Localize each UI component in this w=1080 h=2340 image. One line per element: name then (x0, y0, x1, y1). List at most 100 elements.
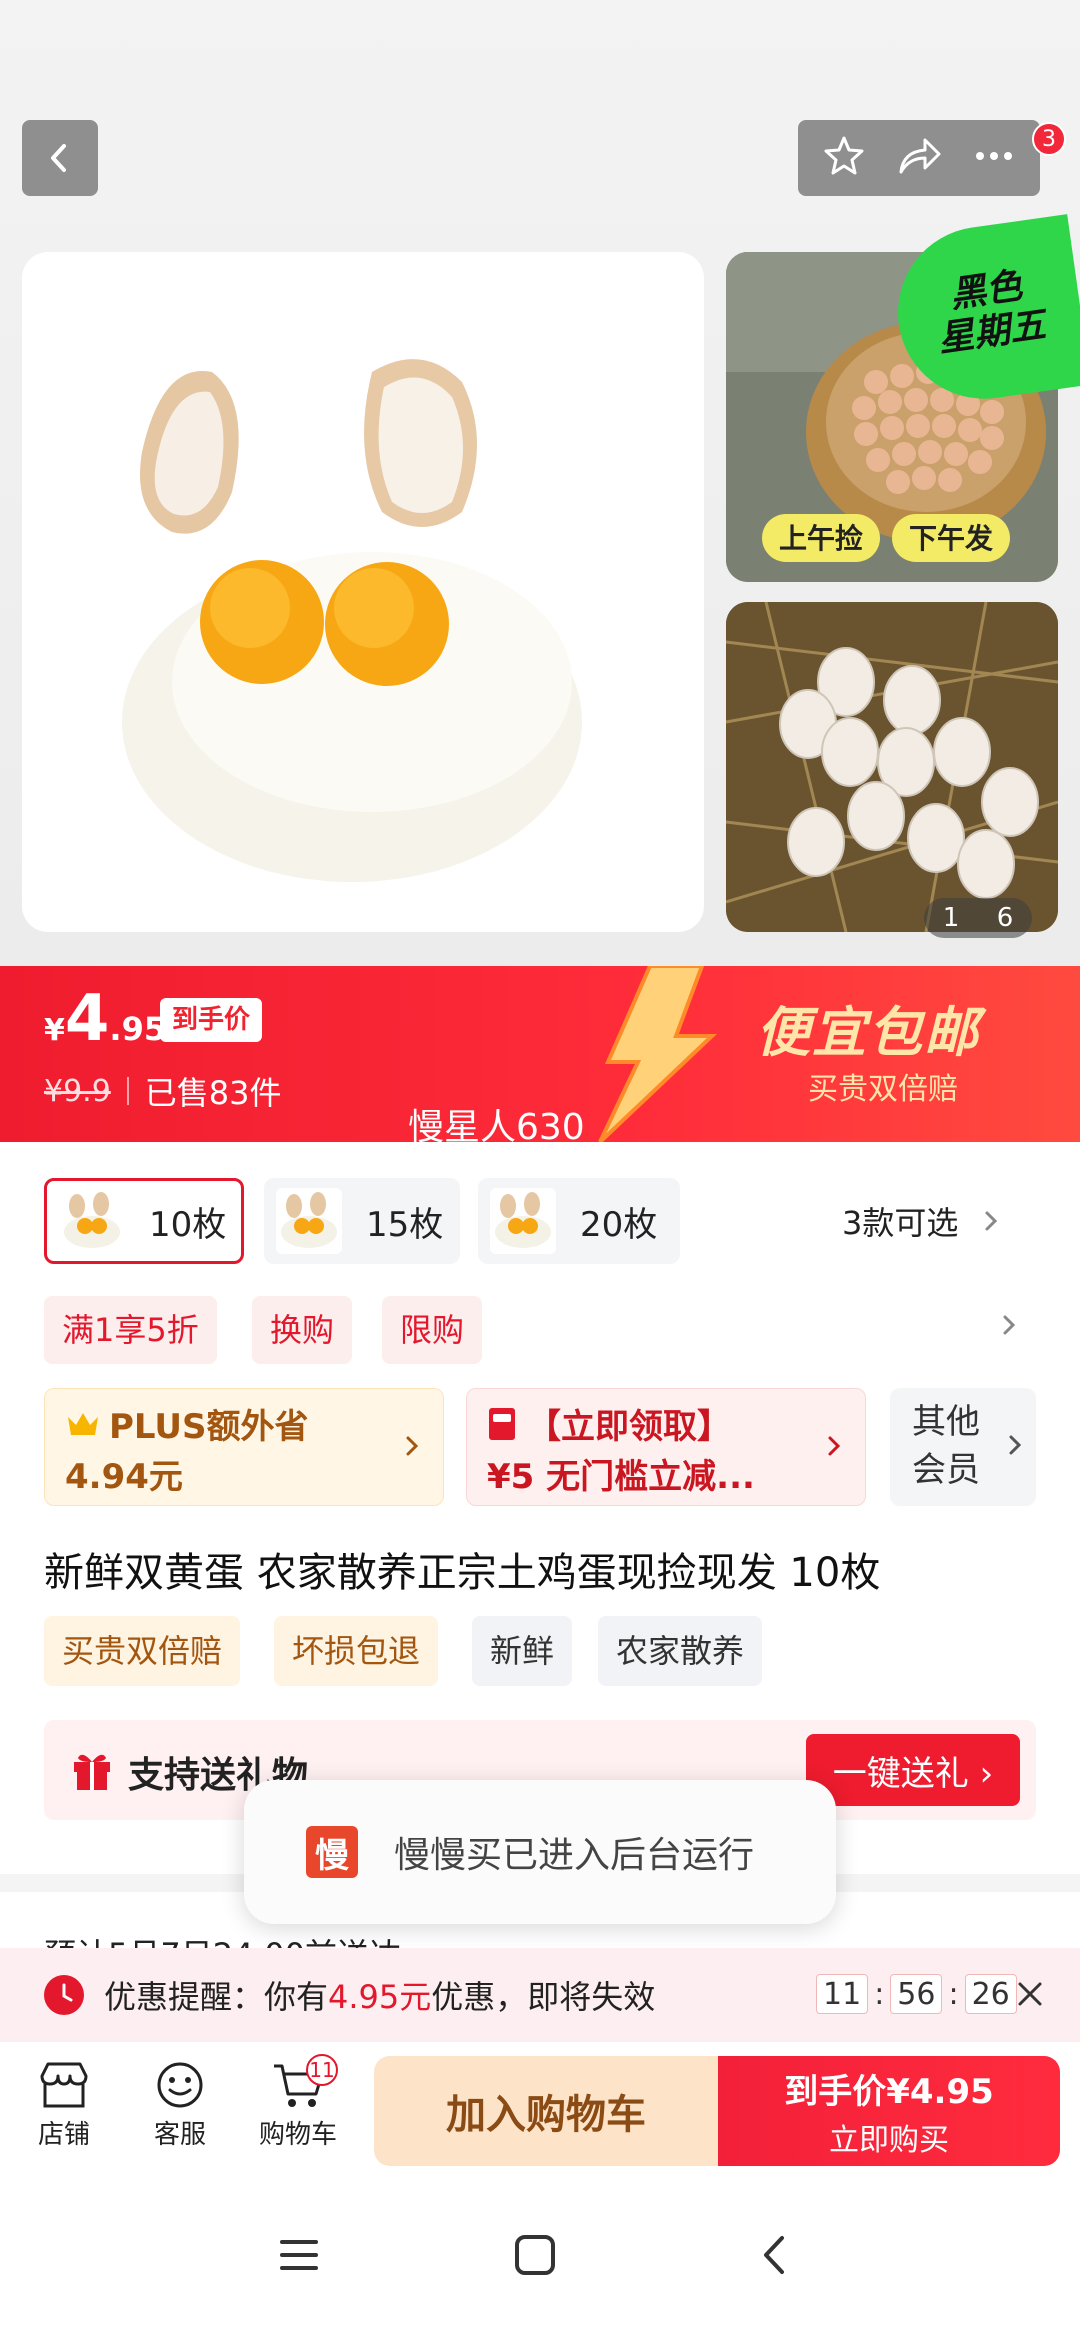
bottom-action-bar: 店铺 客服 11 购物车 加入购物车 到手价¥4.95 立即购买 (0, 2042, 1080, 2170)
double-yolk-egg-image (122, 359, 582, 882)
promo-tag-discount[interactable]: 满1享5折 (44, 1296, 217, 1364)
plus-savings-title: PLUS额外省 (109, 1407, 309, 1447)
reminder-amount: 4.95元 (328, 1978, 432, 2016)
variant-thumbnail (490, 1188, 556, 1254)
image-counter-current: 1 (942, 903, 960, 933)
promo-tag-exchange[interactable]: 换购 (252, 1296, 353, 1364)
shop-label: 店铺 (37, 2120, 90, 2150)
send-gift-button[interactable]: 一键送礼 › (806, 1734, 1020, 1806)
cart-count-badge: 11 (306, 2054, 338, 2086)
nest-eggs-photo[interactable] (726, 602, 1058, 932)
buy-now-label: 立即购买 (829, 2122, 949, 2158)
price-currency: ¥ (44, 1013, 65, 1048)
feature-tag[interactable]: 坏损包退 (274, 1616, 439, 1686)
customer-service-button[interactable]: 客服 (130, 2060, 230, 2151)
buy-price-label: 到手价¥4.95 (784, 2071, 994, 2112)
claim-coupon-title: 【立即领取】 (527, 1407, 731, 1447)
caption-afternoon: 下午发 (909, 522, 993, 555)
message-count-badge: 3 (1032, 122, 1066, 156)
variant-thumbnail (276, 1188, 342, 1254)
chevron-right-icon (985, 1211, 998, 1231)
free-shipping-title: 便宜包邮 (756, 1001, 980, 1064)
back-button[interactable] (22, 120, 98, 196)
egg-thumbnail-icon (64, 1192, 120, 1248)
price-guarantee-subtitle: 买贵双倍赔 (808, 1072, 958, 1107)
top-action-group (798, 120, 1040, 196)
final-price-tag: 到手价 (160, 998, 263, 1042)
promo-tag-limit[interactable]: 限购 (382, 1296, 483, 1364)
reminder-suffix: 优惠，即将失效 (431, 1978, 656, 2016)
reminder-message: 优惠提醒：你有4.95元优惠，即将失效 (104, 1972, 655, 2018)
divider (126, 1077, 129, 1105)
countdown-hours: 11 (816, 1974, 869, 2014)
home-icon[interactable] (512, 2232, 558, 2278)
variant-count-link[interactable]: 3款可选 (842, 1198, 1006, 1244)
original-price-line: ¥9.9 已售83件 (44, 1068, 282, 1114)
service-label: 客服 (153, 2120, 206, 2150)
final-price: ¥ 4 .95 (44, 982, 166, 1056)
feature-tag[interactable]: 买贵双倍赔 (44, 1616, 241, 1686)
price-decimal: .95 (109, 1010, 167, 1048)
plus-savings-amount: 4.94元 (65, 1457, 183, 1497)
toast-message: 慢慢买已进入后台运行 (394, 1835, 755, 1876)
chevron-right-icon (406, 1436, 419, 1456)
image-counter-total: 6 (996, 903, 1014, 933)
variant-option-15[interactable]: 15枚 (264, 1178, 460, 1264)
app-logo-icon: 慢 (306, 1826, 358, 1878)
close-icon[interactable] (1012, 1976, 1048, 2012)
username-watermark: 慢星人630 (408, 1107, 585, 1142)
sold-count: 已售83件 (144, 1074, 282, 1112)
coupon-expiry-reminder: 优惠提醒：你有4.95元优惠，即将失效 11 : 56 : 26 (0, 1948, 1080, 2042)
original-price: ¥9.9 (44, 1073, 111, 1109)
variant-option-10[interactable]: 10枚 (44, 1178, 244, 1264)
share-icon (899, 138, 941, 174)
clock-icon (44, 1975, 84, 2015)
variant-thumbnail (59, 1188, 125, 1254)
black-friday-text: 黑色 星期五 (935, 265, 1049, 361)
variant-label: 15枚 (366, 1204, 444, 1245)
menu-icon[interactable] (276, 2232, 322, 2278)
background-run-toast: 慢 慢慢买已进入后台运行 (244, 1780, 836, 1924)
clock-hands (62, 1983, 73, 2002)
chevron-right-icon (828, 1436, 841, 1456)
egg-thumbnail-icon (281, 1192, 337, 1248)
more-dots-icon (975, 152, 1012, 160)
star-icon (824, 136, 864, 175)
feature-tag[interactable]: 农家散养 (598, 1616, 763, 1686)
lightning-bolt-icon (598, 966, 718, 1142)
product-title: 新鲜双黄蛋 农家散养正宗土鸡蛋现捡现发 10枚 (44, 1550, 881, 1596)
nest-eggs-image (726, 602, 1058, 932)
other-member-card[interactable]: 其他会员 (890, 1388, 1036, 1506)
countdown-timer: 11 : 56 : 26 (816, 1974, 1017, 2014)
other-member-label: 其他会员 (912, 1402, 980, 1490)
countdown-minutes: 56 (890, 1974, 943, 2014)
chevron-right-icon (1009, 1435, 1022, 1455)
price-integer: 4 (64, 982, 110, 1056)
shop-button[interactable]: 店铺 (14, 2060, 114, 2151)
buy-now-button[interactable]: 到手价¥4.95 立即购买 (718, 2056, 1060, 2166)
system-navigation-bar (0, 2170, 1080, 2340)
claim-coupon-title-row: 【立即领取】 (487, 1399, 731, 1448)
main-product-photo[interactable] (22, 252, 704, 932)
more-button[interactable] (972, 134, 1016, 182)
gift-icon (74, 1754, 110, 1790)
smiley-service-icon (157, 2062, 203, 2108)
cart-button[interactable]: 11 购物车 (248, 2054, 348, 2151)
share-button[interactable] (895, 134, 943, 182)
plus-savings-title-row: PLUS额外省 (65, 1399, 308, 1448)
chevron-right-icon[interactable] (994, 1310, 1024, 1340)
plus-savings-card[interactable]: PLUS额外省 4.94元 (44, 1388, 444, 1506)
add-to-cart-button[interactable]: 加入购物车 (374, 2056, 718, 2166)
claim-coupon-card[interactable]: 【立即领取】 ¥5 无门槛立减... (466, 1388, 866, 1506)
reminder-prefix: 优惠提醒：你有 (104, 1978, 329, 2016)
countdown-seconds: 26 (964, 1974, 1017, 2014)
variant-option-20[interactable]: 20枚 (478, 1178, 680, 1264)
back-icon[interactable] (752, 2232, 798, 2278)
variant-label: 20枚 (580, 1204, 658, 1245)
image-counter: 1 6 (924, 898, 1032, 938)
variant-count-text: 3款可选 (842, 1204, 959, 1242)
feature-tag[interactable]: 新鲜 (472, 1616, 573, 1686)
price-banner: ¥ 4 .95 到手价 ¥9.9 已售83件 慢星人630 便宜包邮 买贵双倍赔 (0, 966, 1080, 1142)
favorite-button[interactable] (822, 134, 866, 182)
product-gallery[interactable]: 上午捡 下午发 黑色 星期五 1 6 3 (0, 0, 1080, 966)
